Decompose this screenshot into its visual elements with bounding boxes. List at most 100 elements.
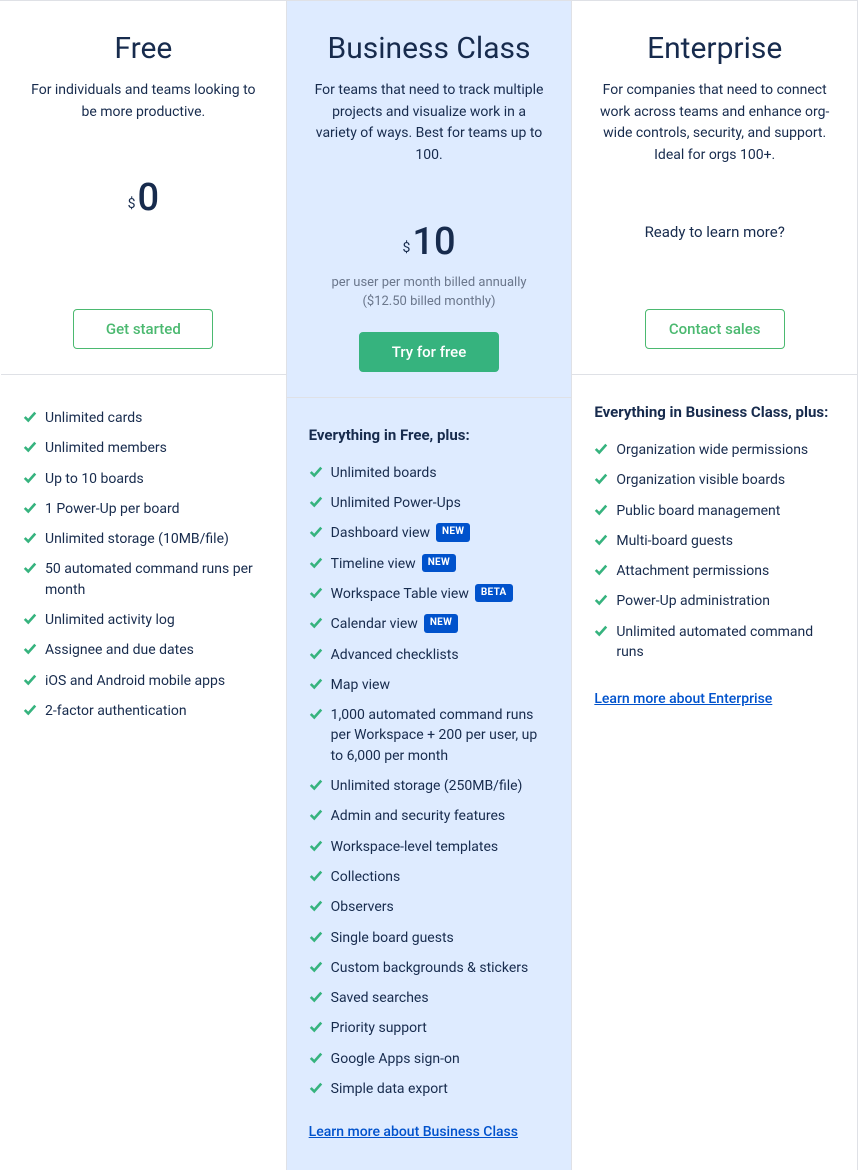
feature-label: Up to 10 boards bbox=[45, 469, 144, 489]
check-icon bbox=[23, 703, 37, 717]
feature-label: Single board guests bbox=[331, 928, 454, 948]
plan-price-area: $ 10 per user per month billed annually … bbox=[307, 187, 552, 312]
check-icon bbox=[309, 525, 323, 539]
feature-label: Unlimited members bbox=[45, 438, 167, 458]
check-icon bbox=[594, 593, 608, 607]
feature-label: Simple data export bbox=[331, 1079, 448, 1099]
check-icon bbox=[309, 808, 323, 822]
feature-item: Unlimited storage (10MB/file) bbox=[23, 524, 264, 554]
check-icon bbox=[309, 1051, 323, 1065]
feature-item: Up to 10 boards bbox=[23, 464, 264, 494]
check-icon bbox=[23, 642, 37, 656]
feature-label: Unlimited automated command runs bbox=[616, 622, 835, 663]
check-icon bbox=[594, 533, 608, 547]
plan-title: Free bbox=[21, 31, 266, 66]
check-icon bbox=[309, 869, 323, 883]
feature-label: Priority support bbox=[331, 1018, 427, 1038]
feature-item: Assignee and due dates bbox=[23, 635, 264, 665]
pricing-table: Free For individuals and teams looking t… bbox=[0, 0, 858, 1170]
feature-label: Workspace Table view bbox=[331, 584, 469, 604]
feature-label: Public board management bbox=[616, 501, 780, 521]
currency-symbol: $ bbox=[128, 197, 136, 211]
feature-label: 2-factor authentication bbox=[45, 701, 187, 721]
check-icon bbox=[23, 531, 37, 545]
check-icon bbox=[309, 677, 323, 691]
feature-label: Google Apps sign-on bbox=[331, 1049, 460, 1069]
price-amount: 0 bbox=[137, 179, 159, 217]
check-icon bbox=[23, 673, 37, 687]
feature-label: Custom backgrounds & stickers bbox=[331, 958, 529, 978]
feature-label: Power-Up administration bbox=[616, 591, 770, 611]
plan-price-area: Ready to learn more? bbox=[592, 187, 837, 289]
feature-label: Map view bbox=[331, 675, 390, 695]
feature-label: Unlimited storage (250MB/file) bbox=[331, 776, 523, 796]
check-icon bbox=[309, 1020, 323, 1034]
price-amount: 10 bbox=[412, 223, 455, 261]
currency-symbol: $ bbox=[402, 241, 410, 255]
feature-label: Unlimited boards bbox=[331, 463, 437, 483]
check-icon bbox=[23, 501, 37, 515]
feature-item: Unlimited members bbox=[23, 433, 264, 463]
plan-cta-wrap: Contact sales bbox=[592, 289, 837, 349]
feature-item: Dashboard view NEW bbox=[309, 518, 550, 548]
features-heading: Everything in Free, plus: bbox=[309, 426, 550, 444]
check-icon bbox=[23, 440, 37, 454]
plan-title: Enterprise bbox=[592, 31, 837, 66]
feature-badge: NEW bbox=[436, 523, 470, 542]
check-icon bbox=[23, 561, 37, 575]
learn-more-business-class-link[interactable]: Learn more about Business Class bbox=[309, 1124, 518, 1140]
check-icon bbox=[594, 472, 608, 486]
feature-item: 50 automated command runs per month bbox=[23, 554, 264, 605]
feature-label: Dashboard view bbox=[331, 523, 430, 543]
feature-item: Unlimited automated command runs bbox=[594, 617, 835, 668]
feature-label: Organization wide permissions bbox=[616, 440, 808, 460]
feature-label: Unlimited Power-Ups bbox=[331, 493, 461, 513]
feature-item: Single board guests bbox=[309, 923, 550, 953]
feature-item: Simple data export bbox=[309, 1074, 550, 1104]
feature-item: Google Apps sign-on bbox=[309, 1044, 550, 1074]
check-icon bbox=[309, 465, 323, 479]
feature-item: Priority support bbox=[309, 1013, 550, 1043]
feature-list-business: Unlimited boards Unlimited Power-Ups Dashb… bbox=[309, 458, 550, 1105]
check-icon bbox=[594, 563, 608, 577]
feature-label: Saved searches bbox=[331, 988, 429, 1008]
feature-item: Unlimited boards bbox=[309, 458, 550, 488]
feature-label: Assignee and due dates bbox=[45, 640, 194, 660]
feature-item: Observers bbox=[309, 892, 550, 922]
feature-item: Calendar viewNEW bbox=[309, 609, 550, 639]
feature-item: 2-factor authentication bbox=[23, 696, 264, 726]
feature-item: Unlimited activity log bbox=[23, 605, 264, 635]
feature-label: Multi-board guests bbox=[616, 531, 733, 551]
check-icon bbox=[309, 647, 323, 661]
feature-item: Timeline viewNEW bbox=[309, 549, 550, 579]
plan-price-area: $ 0 bbox=[21, 143, 266, 289]
feature-item: Multi-board guests bbox=[594, 526, 835, 556]
feature-label: Admin and security features bbox=[331, 806, 505, 826]
check-icon bbox=[594, 503, 608, 517]
try-for-free-button[interactable]: Try for free bbox=[359, 332, 499, 372]
check-icon bbox=[309, 616, 323, 630]
plan-header: Free For individuals and teams looking t… bbox=[1, 1, 286, 375]
feature-item: Advanced checklists bbox=[309, 640, 550, 670]
check-icon bbox=[309, 899, 323, 913]
feature-label: 50 automated command runs per month bbox=[45, 559, 264, 600]
check-icon bbox=[23, 612, 37, 626]
feature-label: Timeline view bbox=[331, 554, 416, 574]
check-icon bbox=[309, 930, 323, 944]
feature-label: Unlimited storage (10MB/file) bbox=[45, 529, 229, 549]
check-icon bbox=[309, 839, 323, 853]
plan-cta-wrap: Get started bbox=[21, 289, 266, 349]
feature-item: Attachment permissions bbox=[594, 556, 835, 586]
feature-item: Workspace-level templates bbox=[309, 832, 550, 862]
contact-sales-button[interactable]: Contact sales bbox=[645, 309, 785, 349]
plan-description: For companies that need to connect work … bbox=[592, 80, 837, 167]
check-icon bbox=[594, 624, 608, 638]
learn-more-enterprise-link[interactable]: Learn more about Enterprise bbox=[594, 691, 772, 707]
feature-item: Admin and security features bbox=[309, 801, 550, 831]
get-started-button[interactable]: Get started bbox=[73, 309, 213, 349]
check-icon bbox=[309, 778, 323, 792]
plan-price: $ 10 bbox=[402, 223, 455, 261]
feature-label: 1,000 automated command runs per Workspa… bbox=[331, 705, 550, 766]
feature-item: Unlimited Power-Ups bbox=[309, 488, 550, 518]
feature-badge: BETA bbox=[475, 584, 513, 603]
